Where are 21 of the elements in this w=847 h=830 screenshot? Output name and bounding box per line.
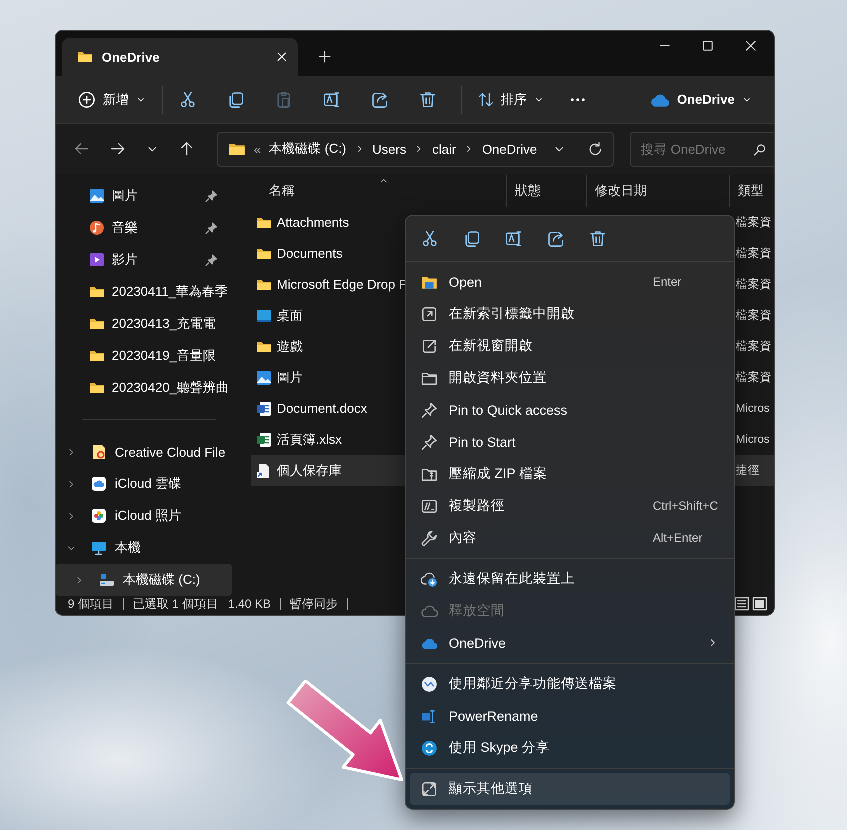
- status-text: 暫停同步: [290, 598, 338, 610]
- file-type: 捷徑: [735, 464, 761, 478]
- file-name: 遊戲: [277, 338, 303, 356]
- file-name: 圖片: [277, 368, 303, 386]
- file-type: 檔案資: [735, 246, 773, 261]
- file-type: 檔案資: [735, 215, 773, 230]
- status-text: 已選取 1 個項目: [133, 598, 218, 610]
- file-name: 活頁簿.xlsx: [277, 430, 342, 448]
- status-text: 1.40 KB: [228, 598, 272, 610]
- file-name: 桌面: [277, 306, 303, 324]
- file-type: Micros: [735, 434, 771, 446]
- file-type: 檔案資: [735, 370, 773, 385]
- file-type: 檔案資: [735, 308, 773, 323]
- status-text: 9 個項目: [68, 598, 114, 610]
- file-type: Micros: [735, 402, 771, 414]
- file-name: Documents: [277, 246, 343, 261]
- file-name: 個人保存庫: [277, 462, 342, 480]
- file-name: Attachments: [277, 215, 350, 230]
- file-type: 檔案資: [735, 339, 773, 354]
- file-type: 檔案資: [735, 277, 773, 292]
- file-name: Document.docx: [277, 401, 368, 416]
